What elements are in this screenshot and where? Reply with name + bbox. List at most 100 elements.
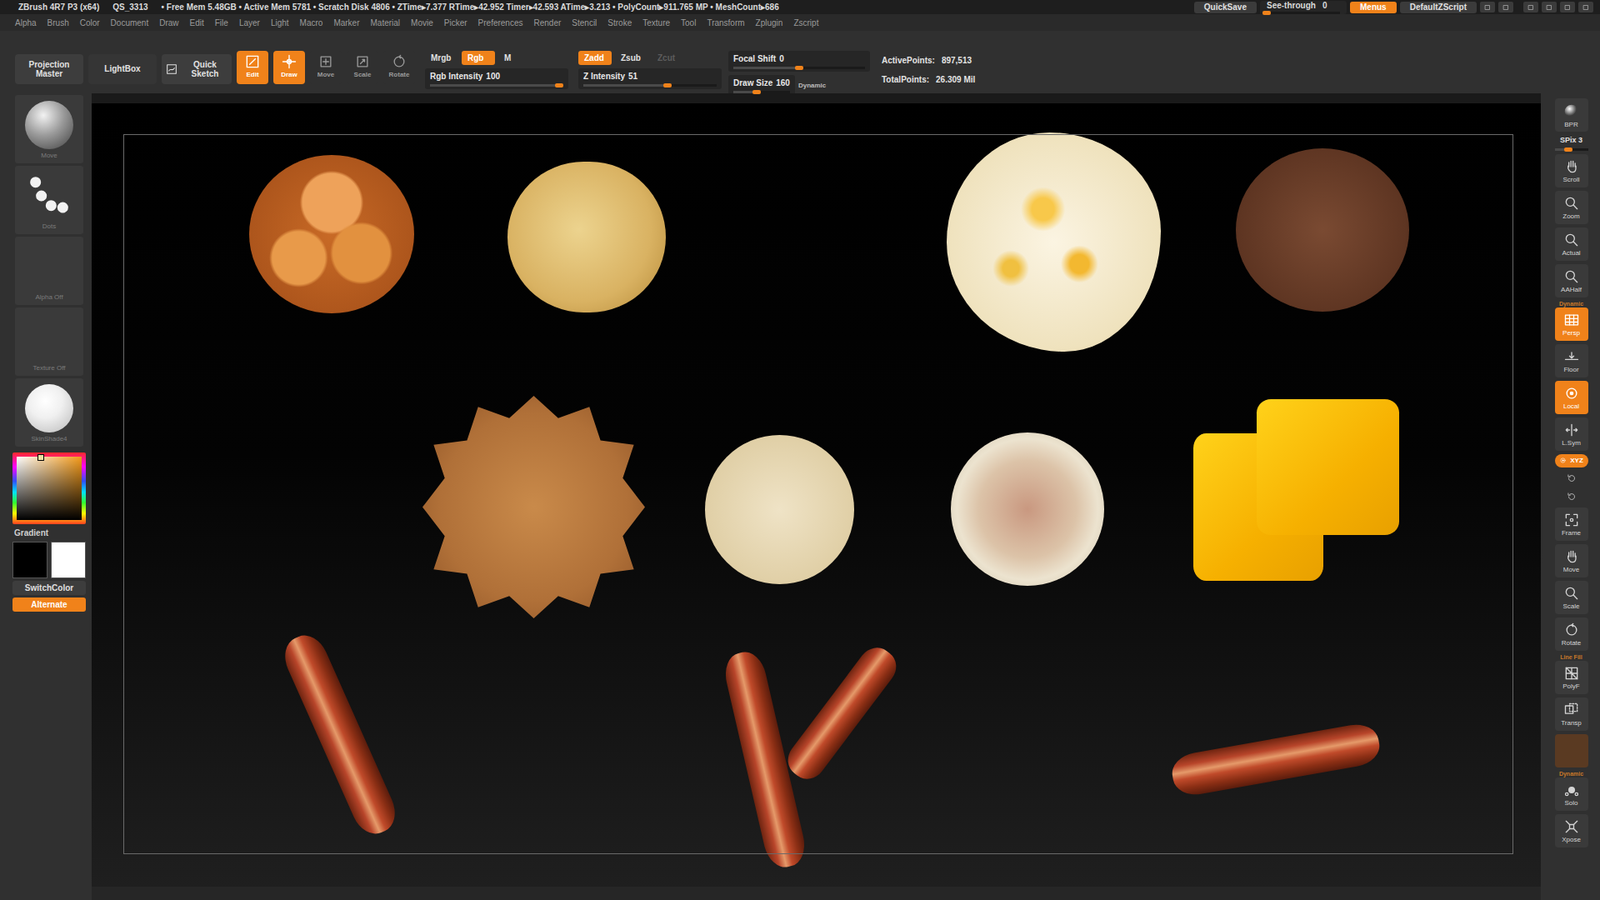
rotation-axis-button[interactable]: [1562, 489, 1581, 505]
mode-button[interactable]: Rotate: [383, 50, 415, 85]
z-intensity-slider[interactable]: Z Intensity51: [578, 68, 722, 90]
menu-item[interactable]: Preferences: [478, 16, 524, 30]
palette-thumb[interactable]: Dots: [15, 165, 84, 235]
rgb-intensity-slider[interactable]: Rgb Intensity100: [425, 68, 569, 90]
shelf-button[interactable]: Transp: [1555, 697, 1589, 731]
window-button[interactable]: [1498, 1, 1514, 13]
palette-thumb[interactable]: Move: [15, 95, 84, 164]
shelf-button[interactable]: L.Sym: [1555, 417, 1589, 451]
script-button[interactable]: DefaultZScript: [1400, 1, 1477, 14]
menu-item[interactable]: Transform: [706, 16, 745, 30]
color-mode-toggle[interactable]: Rgb: [461, 50, 495, 65]
shelf-button[interactable]: Actual: [1555, 227, 1589, 261]
points-value: 897,513: [941, 54, 972, 67]
menu-item[interactable]: Texture: [642, 16, 670, 30]
hash-brown-model[interactable]: [422, 395, 645, 619]
menu-item[interactable]: Edit: [190, 16, 205, 30]
rotation-axis-button[interactable]: [1562, 470, 1581, 486]
alternate-button[interactable]: Alternate: [12, 597, 86, 612]
menu-item[interactable]: Draw: [159, 16, 179, 30]
menu-item[interactable]: Marker: [333, 16, 360, 30]
bacon-model[interactable]: [1169, 720, 1383, 799]
dynamic-button[interactable]: Dynamic: [798, 80, 826, 91]
color-picker[interactable]: [12, 452, 86, 525]
bun-model[interactable]: [507, 161, 666, 313]
shelf-button[interactable]: BPR: [1555, 98, 1589, 132]
menus-button[interactable]: Menus: [1350, 1, 1397, 14]
cheese-model[interactable]: [1193, 399, 1404, 589]
menu-item[interactable]: Light: [270, 16, 290, 30]
mode-button[interactable]: Move: [310, 50, 342, 85]
window-button[interactable]: [1578, 1, 1594, 13]
shelf-button[interactable]: Xpose: [1555, 814, 1589, 848]
muffin-top-model[interactable]: [705, 435, 855, 585]
spix-slider[interactable]: SPix 3: [1551, 135, 1592, 151]
shelf-button[interactable]: Persp: [1555, 307, 1589, 341]
shelf-button[interactable]: PolyF: [1555, 660, 1589, 695]
window-button[interactable]: [1560, 1, 1575, 13]
shelf-button[interactable]: Rotate: [1555, 617, 1589, 651]
switch-color-button[interactable]: SwitchColor: [12, 580, 86, 595]
menu-item[interactable]: Stroke: [607, 16, 632, 30]
shelf-button[interactable]: Scroll: [1555, 154, 1589, 188]
menu-item[interactable]: Zplugin: [755, 16, 784, 30]
shelf-button[interactable]: Scale: [1555, 580, 1589, 615]
thumb-art: [16, 310, 82, 365]
mode-button[interactable]: Scale: [346, 50, 379, 85]
menu-item[interactable]: Macro: [300, 16, 324, 30]
quick-sketch-button[interactable]: Quick Sketch: [161, 54, 232, 85]
palette-thumb[interactable]: Texture Off: [15, 307, 84, 376]
z-mode-toggle[interactable]: Zadd: [578, 50, 612, 65]
menu-item[interactable]: Tool: [680, 16, 696, 30]
menu-item[interactable]: Movie: [410, 16, 434, 30]
croissant-bun-model[interactable]: [249, 155, 415, 314]
shelf-button[interactable]: Solo: [1555, 777, 1589, 811]
menu-item[interactable]: Render: [534, 16, 562, 30]
menu-item[interactable]: Alpha: [15, 16, 37, 30]
color-square[interactable]: [16, 456, 82, 520]
menu-item[interactable]: File: [215, 16, 229, 30]
window-icon: [1581, 3, 1590, 12]
patty-model[interactable]: [1235, 148, 1410, 312]
lightbox-button[interactable]: LightBox: [88, 54, 157, 85]
shelf-button[interactable]: Frame: [1555, 507, 1589, 541]
color-mode-toggle[interactable]: M: [498, 50, 532, 65]
palette-thumb[interactable]: Alpha Off: [15, 236, 84, 305]
menu-item[interactable]: Stencil: [571, 16, 597, 30]
draw-size-slider[interactable]: Draw Size160: [728, 75, 795, 96]
bacon-model[interactable]: [780, 640, 904, 786]
shelf-button[interactable]: Move: [1555, 544, 1589, 578]
menu-item[interactable]: Material: [370, 16, 401, 30]
mode-button[interactable]: Draw: [273, 50, 305, 85]
window-button[interactable]: [1523, 1, 1539, 13]
color-mode-toggle[interactable]: Mrgb: [425, 50, 459, 65]
color-swatch[interactable]: [50, 541, 86, 579]
menu-item[interactable]: Brush: [47, 16, 70, 30]
shelf-button[interactable]: Local: [1555, 380, 1589, 415]
muffin-bottom-model[interactable]: [950, 432, 1105, 586]
canvas[interactable]: [91, 103, 1541, 887]
window-button[interactable]: [1480, 1, 1495, 13]
mode-button[interactable]: Edit: [236, 50, 269, 85]
quicksave-button[interactable]: QuickSave: [1194, 1, 1257, 14]
shelf-button[interactable]: Floor: [1555, 344, 1589, 378]
menu-item[interactable]: Picker: [444, 16, 468, 30]
xyz-toggle[interactable]: XYZ: [1555, 454, 1589, 468]
projection-master-button[interactable]: Projection Master: [15, 54, 84, 85]
color-swatch[interactable]: [12, 541, 48, 579]
picker-marker[interactable]: [37, 454, 45, 461]
bacon-model[interactable]: [277, 629, 402, 840]
menu-item[interactable]: Color: [80, 16, 100, 30]
shelf-button[interactable]: AAHalf: [1555, 264, 1589, 298]
z-mode-toggle[interactable]: Zcut: [651, 50, 685, 65]
focal-shift-slider[interactable]: Focal Shift0: [728, 50, 870, 72]
z-mode-toggle[interactable]: Zsub: [615, 50, 649, 65]
palette-thumb[interactable]: SkinShade4: [15, 378, 84, 447]
see-through-slider[interactable]: See-through0: [1260, 0, 1347, 15]
menu-item[interactable]: Document: [110, 16, 150, 30]
shelf-button[interactable]: Zoom: [1555, 190, 1589, 225]
window-button[interactable]: [1541, 1, 1557, 13]
menu-item[interactable]: Zscript: [793, 16, 819, 30]
menu-item[interactable]: Layer: [239, 16, 260, 30]
egg-model[interactable]: [946, 132, 1161, 352]
